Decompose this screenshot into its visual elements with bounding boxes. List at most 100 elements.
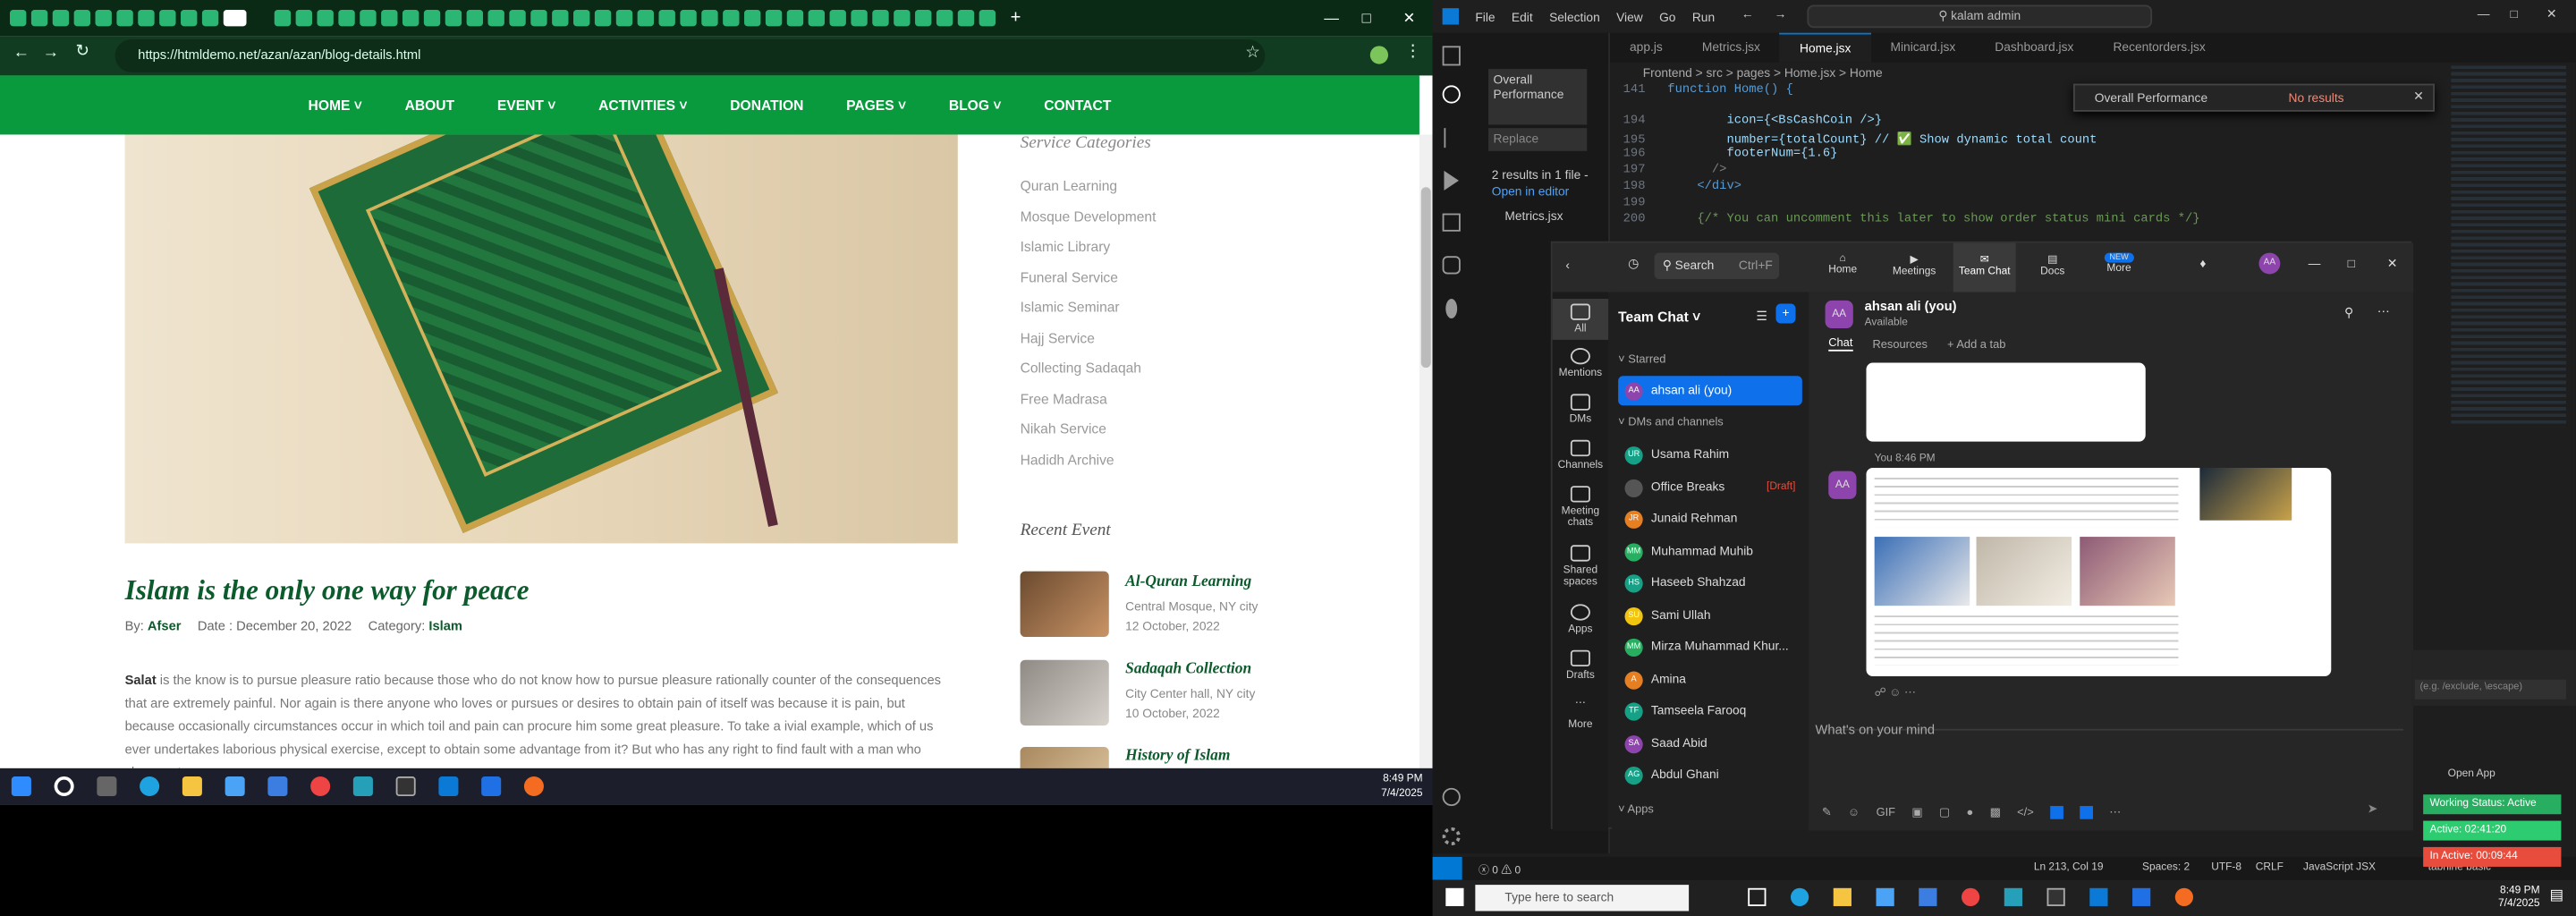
- breadcrumb[interactable]: Frontend > src > pages > Home.jsx > Home: [1643, 65, 1883, 81]
- reload-icon[interactable]: ↻: [75, 43, 89, 61]
- close-icon[interactable]: ✕: [2546, 6, 2557, 21]
- chat-item[interactable]: MM Muhammad Muhib: [1618, 537, 1802, 566]
- category-link[interactable]: Nikah Service: [1021, 420, 1106, 437]
- browser-tab[interactable]: [957, 10, 975, 27]
- browser-tab[interactable]: [423, 10, 441, 27]
- taskbar-search[interactable]: Type here to search: [1475, 885, 1690, 912]
- chat-item-self[interactable]: AA ahsan ali (you): [1618, 376, 1802, 406]
- zoom-icon[interactable]: [481, 776, 502, 797]
- code-icon[interactable]: </>: [2017, 807, 2034, 818]
- topnav-meetings[interactable]: ▶ Meetings: [1893, 253, 1936, 277]
- event-title[interactable]: Sadaqah Collection: [1125, 662, 1251, 678]
- browser-tab[interactable]: [851, 10, 868, 27]
- category-link[interactable]: Mosque Development: [1021, 208, 1157, 225]
- tab-dashboard[interactable]: Dashboard.jsx: [1975, 33, 2093, 63]
- rail-channels[interactable]: Channels: [1553, 439, 1608, 471]
- chat-item[interactable]: MM Mirza Muhammad Khur...: [1618, 632, 1802, 662]
- event-thumbnail[interactable]: [1020, 659, 1109, 726]
- chrome-icon[interactable]: [1962, 887, 1980, 906]
- menu-icon[interactable]: ⋮: [1404, 43, 1420, 61]
- nav-about[interactable]: ABOUT: [405, 97, 455, 113]
- result-file[interactable]: Metrics.jsx: [1504, 208, 1563, 224]
- postman-icon[interactable]: [523, 776, 544, 797]
- emoji-icon[interactable]: ☺: [1848, 807, 1860, 818]
- rail-meeting-chats[interactable]: Meeting chats: [1553, 486, 1608, 529]
- browser-tab[interactable]: [295, 10, 312, 27]
- browser-tab[interactable]: [615, 10, 633, 27]
- new-tab-icon[interactable]: +: [1011, 8, 1021, 28]
- send-button[interactable]: ➤: [2368, 802, 2378, 817]
- chat-item[interactable]: SU Sami Ullah: [1618, 601, 1802, 631]
- nav-donation[interactable]: DONATION: [730, 97, 803, 113]
- encoding[interactable]: UTF-8: [2211, 861, 2241, 873]
- browser-tab[interactable]: [487, 10, 504, 27]
- browser-tab[interactable]: [201, 10, 219, 27]
- code-line[interactable]: 194 icon={<BsCashCoin />}: [1623, 114, 2215, 128]
- browser-tab[interactable]: [95, 10, 112, 27]
- remote-icon[interactable]: [1442, 256, 1461, 275]
- remote-status-icon[interactable]: [1432, 856, 1462, 880]
- notifications-bell-icon[interactable]: ♦: [2199, 256, 2206, 271]
- page-scrollbar[interactable]: [1419, 134, 1433, 768]
- browser-tab[interactable]: [594, 10, 612, 27]
- store-icon[interactable]: [1876, 887, 1894, 906]
- video-icon[interactable]: ▩: [1990, 806, 2001, 819]
- restore-icon[interactable]: □: [2510, 6, 2517, 21]
- chat-item[interactable]: JR Junaid Rehman: [1618, 504, 1802, 533]
- source-control-icon[interactable]: [1444, 128, 1459, 148]
- menu-edit[interactable]: Edit: [1512, 9, 1533, 24]
- tab-chat[interactable]: Chat: [1828, 338, 1853, 352]
- open-in-editor-link[interactable]: Open in editor: [1492, 184, 1570, 199]
- filter-icon[interactable]: ☰: [1756, 309, 1767, 324]
- gif-icon[interactable]: GIF: [1877, 807, 1895, 818]
- screenshot-icon[interactable]: ▢: [1939, 806, 1950, 819]
- browser-tab[interactable]: [509, 10, 526, 27]
- mail-icon[interactable]: [267, 776, 288, 797]
- app-icon[interactable]: [352, 776, 373, 797]
- avatar[interactable]: AA: [2258, 252, 2281, 275]
- code-line[interactable]: 195 number={totalCount} // ✅ Show dynami…: [1623, 131, 2215, 148]
- explorer-icon[interactable]: [1442, 46, 1461, 66]
- rail-apps[interactable]: Apps: [1553, 604, 1608, 635]
- terminal-icon[interactable]: [2046, 887, 2065, 906]
- rail-all[interactable]: All: [1552, 298, 1609, 340]
- browser-tab[interactable]: [936, 10, 953, 27]
- dms-heading[interactable]: ˅ DMs and channels: [1618, 417, 1724, 428]
- browser-tab[interactable]: [138, 10, 155, 27]
- topnav-more[interactable]: NEW More: [2104, 252, 2134, 274]
- browser-tab[interactable]: [116, 10, 133, 27]
- extensions-icon[interactable]: [1442, 213, 1461, 232]
- minimize-icon[interactable]: —: [2478, 6, 2490, 21]
- search-field[interactable]: Overall Performance: [1488, 69, 1588, 125]
- nav-home[interactable]: HOME ˅: [309, 97, 362, 113]
- chrome-icon[interactable]: [310, 776, 331, 797]
- chat-item[interactable]: Office Breaks [Draft]: [1618, 473, 1802, 503]
- indentation[interactable]: Spaces: 2: [2142, 861, 2190, 873]
- chat-item[interactable]: UR Usama Rahim: [1618, 440, 1802, 470]
- rail-drafts[interactable]: Drafts: [1553, 649, 1608, 682]
- exclude-input[interactable]: (e.g. /exclude, \escape): [2414, 679, 2566, 700]
- language-mode[interactable]: JavaScript JSX: [2303, 861, 2376, 873]
- browser-tab[interactable]: [765, 10, 783, 27]
- mic-icon[interactable]: ●: [1966, 807, 1973, 818]
- nav-blog[interactable]: BLOG ˅: [949, 97, 1002, 113]
- topnav-team-chat[interactable]: ✉ Team Chat: [1953, 242, 2016, 293]
- menu-selection[interactable]: Selection: [1549, 9, 1600, 24]
- file-explorer-icon[interactable]: [1833, 887, 1852, 906]
- cursor-position[interactable]: Ln 213, Col 19: [2034, 861, 2104, 873]
- tab-metrics[interactable]: Metrics.jsx: [1682, 33, 1780, 63]
- code-line[interactable]: 198 </div>: [1623, 181, 2215, 194]
- chat-item[interactable]: TF Tamseela Farooq: [1618, 696, 1802, 725]
- menu-view[interactable]: View: [1616, 9, 1643, 24]
- replace-field[interactable]: Replace: [1488, 128, 1588, 151]
- nav-activities[interactable]: ACTIVITIES ˅: [598, 97, 687, 113]
- category-link[interactable]: Collecting Sadaqah: [1021, 360, 1141, 376]
- app-icon[interactable]: [2080, 806, 2093, 819]
- history-icon[interactable]: ◷: [1628, 256, 1639, 271]
- extension-icon[interactable]: [1445, 298, 1458, 319]
- store-icon[interactable]: [225, 776, 245, 797]
- category-link[interactable]: Hadidh Archive: [1021, 452, 1114, 468]
- browser-tab[interactable]: [552, 10, 569, 27]
- run-debug-icon[interactable]: [1444, 170, 1459, 191]
- event-title[interactable]: Al-Quran Learning: [1125, 574, 1251, 590]
